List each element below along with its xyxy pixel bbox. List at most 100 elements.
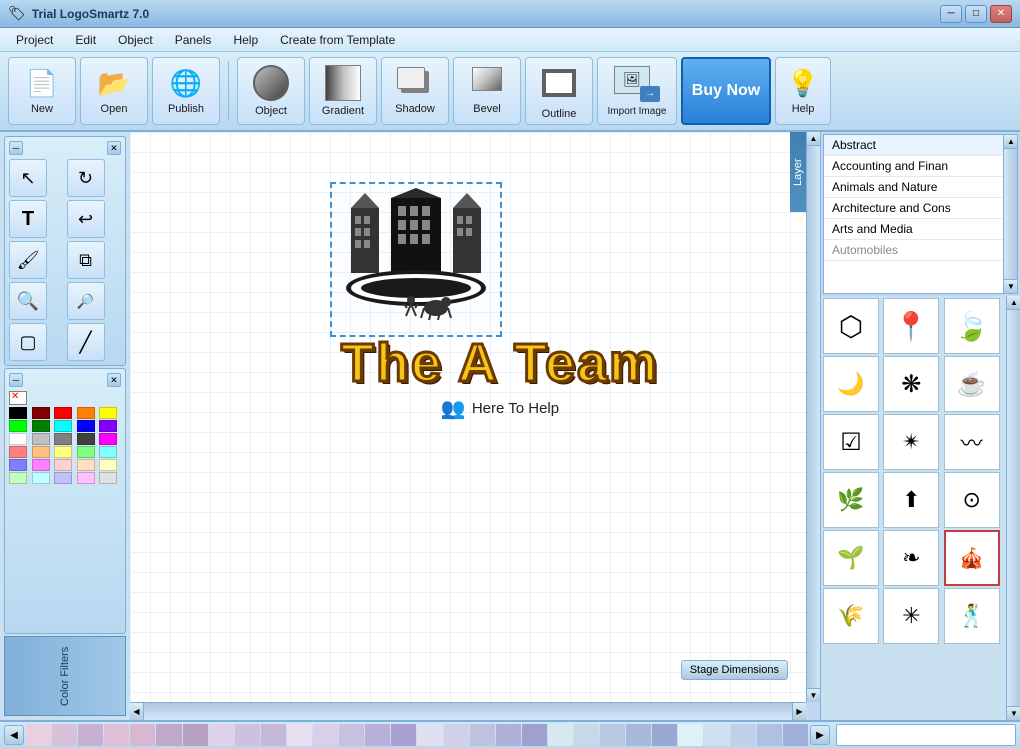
bottom-swatch-12[interactable]	[339, 724, 364, 746]
category-accounting[interactable]: Accounting and Finan	[824, 156, 1003, 177]
bottom-swatch-8[interactable]	[235, 724, 260, 746]
line-tool[interactable]: ╱	[67, 323, 105, 361]
bottom-swatch-7[interactable]	[209, 724, 234, 746]
color-swatch-25[interactable]	[9, 472, 27, 484]
vscroll-up-btn[interactable]: ▲	[807, 132, 821, 146]
color-swatch-12[interactable]	[54, 433, 72, 445]
color-swatch-13[interactable]	[77, 433, 95, 445]
hscroll-left-btn[interactable]: ◀	[130, 703, 144, 721]
symbol-cell-10[interactable]: ⬆	[883, 472, 939, 528]
bottom-swatch-27[interactable]	[731, 724, 756, 746]
color-swatch-19[interactable]	[99, 446, 117, 458]
bottom-swatch-13[interactable]	[365, 724, 390, 746]
logo-tagline[interactable]: 👥 Here To Help	[290, 396, 710, 421]
logo-container[interactable]: The A Team 👥 Here To Help	[290, 182, 710, 421]
color-swatch-24[interactable]	[99, 459, 117, 471]
bottom-swatch-5[interactable]	[156, 724, 181, 746]
bottom-swatch-6[interactable]	[183, 724, 208, 746]
color-swatch-20[interactable]	[9, 459, 27, 471]
symbol-cell-9[interactable]: 🌿	[823, 472, 879, 528]
color-swatch-2[interactable]	[54, 407, 72, 419]
color-swatch-11[interactable]	[32, 433, 50, 445]
symbol-cell-13[interactable]: ❧	[883, 530, 939, 586]
category-arts[interactable]: Arts and Media	[824, 219, 1003, 240]
bottom-swatch-0[interactable]	[26, 724, 51, 746]
bottom-swatch-25[interactable]	[678, 724, 703, 746]
symbol-cell-3[interactable]: 🌙	[823, 356, 879, 412]
bottom-swatch-3[interactable]	[104, 724, 129, 746]
bottom-scroll-right[interactable]: ▶	[810, 725, 830, 745]
sym-scroll-up[interactable]: ▲	[1007, 296, 1020, 310]
color-swatch-21[interactable]	[32, 459, 50, 471]
menu-object[interactable]: Object	[108, 31, 163, 49]
bottom-swatch-11[interactable]	[313, 724, 338, 746]
frame-tool[interactable]: ▢	[9, 323, 47, 361]
bottom-swatch-24[interactable]	[652, 724, 677, 746]
bottom-swatch-22[interactable]	[600, 724, 625, 746]
bottom-swatch-21[interactable]	[574, 724, 599, 746]
symbol-cell-0[interactable]: ⬡	[823, 298, 879, 354]
symbol-cell-5[interactable]: ☕	[944, 356, 1000, 412]
bottom-swatch-1[interactable]	[52, 724, 77, 746]
symbol-cell-16[interactable]: ✳	[883, 588, 939, 644]
menu-project[interactable]: Project	[6, 31, 63, 49]
buy-now-button[interactable]: Buy Now	[681, 57, 771, 125]
color-expand-btn[interactable]: ─	[9, 373, 23, 387]
color-swatch-6[interactable]	[32, 420, 50, 432]
color-swatch-28[interactable]	[77, 472, 95, 484]
color-swatch-3[interactable]	[77, 407, 95, 419]
copy-tool[interactable]: ⧉	[67, 241, 105, 279]
publish-button[interactable]: 🌐 Publish	[152, 57, 220, 125]
category-scroll[interactable]: ▲ ▼	[1003, 135, 1017, 293]
menu-help[interactable]: Help	[223, 31, 268, 49]
bottom-swatch-14[interactable]	[391, 724, 416, 746]
color-swatch-16[interactable]	[32, 446, 50, 458]
bottom-swatch-17[interactable]	[470, 724, 495, 746]
bottom-swatch-28[interactable]	[757, 724, 782, 746]
bevel-button[interactable]: Bevel	[453, 57, 521, 125]
color-swatch-29[interactable]	[99, 472, 117, 484]
help-button[interactable]: 💡 Help	[775, 57, 831, 125]
color-swatch-5[interactable]	[9, 420, 27, 432]
canvas-vscroll[interactable]: ▲ ▼	[806, 132, 820, 702]
symbol-cell-11[interactable]: ⊙	[944, 472, 1000, 528]
no-color-swatch[interactable]: ✕	[9, 391, 27, 405]
tools-close-btn[interactable]: ✕	[107, 141, 121, 155]
bottom-swatch-26[interactable]	[704, 724, 729, 746]
bottom-swatch-15[interactable]	[417, 724, 442, 746]
menu-panels[interactable]: Panels	[165, 31, 222, 49]
menu-edit[interactable]: Edit	[65, 31, 106, 49]
close-btn[interactable]: ✕	[990, 5, 1012, 23]
shadow-button[interactable]: Shadow	[381, 57, 449, 125]
new-button[interactable]: 📄 New	[8, 57, 76, 125]
logo-image-selection[interactable]	[330, 182, 502, 337]
symbol-cell-15[interactable]: 🌾	[823, 588, 879, 644]
color-swatch-14[interactable]	[99, 433, 117, 445]
bottom-swatch-20[interactable]	[548, 724, 573, 746]
rotate-tool[interactable]: ↻	[67, 159, 105, 197]
color-swatch-4[interactable]	[99, 407, 117, 419]
category-auto[interactable]: Automobiles	[824, 240, 1003, 261]
select-tool[interactable]: ↖	[9, 159, 47, 197]
color-swatch-9[interactable]	[99, 420, 117, 432]
color-swatch-15[interactable]	[9, 446, 27, 458]
cat-scroll-down[interactable]: ▼	[1004, 279, 1018, 293]
symbol-cell-17[interactable]: 🕺	[944, 588, 1000, 644]
color-swatch-18[interactable]	[77, 446, 95, 458]
import-image-button[interactable]: 🖼 → Import Image	[597, 57, 677, 125]
category-animals[interactable]: Animals and Nature	[824, 177, 1003, 198]
object-button[interactable]: Object	[237, 57, 305, 125]
symbol-cell-8[interactable]: 〰	[944, 414, 1000, 470]
symbol-cell-2[interactable]: 🍃	[944, 298, 1000, 354]
tools-expand-btn[interactable]: ─	[9, 141, 23, 155]
color-swatch-8[interactable]	[77, 420, 95, 432]
color-swatch-0[interactable]	[9, 407, 27, 419]
bottom-swatch-18[interactable]	[496, 724, 521, 746]
symbol-scroll[interactable]: ▲ ▼	[1006, 296, 1020, 720]
bottom-scroll-left[interactable]: ◀	[4, 725, 24, 745]
color-swatch-1[interactable]	[32, 407, 50, 419]
color-filters-tab[interactable]: Color Filters	[4, 636, 126, 716]
maximize-btn[interactable]: □	[965, 5, 987, 23]
open-button[interactable]: 📂 Open	[80, 57, 148, 125]
symbol-cell-7[interactable]: ✴	[883, 414, 939, 470]
